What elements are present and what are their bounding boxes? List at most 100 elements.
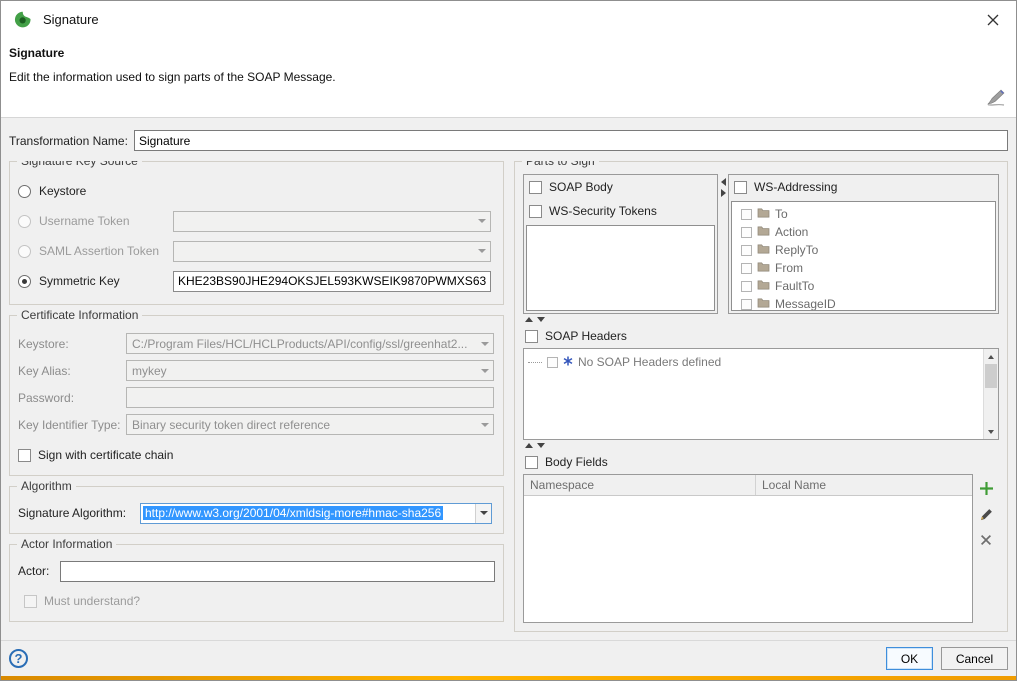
tree-line (528, 362, 542, 363)
folder-icon (757, 261, 770, 275)
tree-item-checkbox[interactable] (741, 209, 752, 220)
tree-item-label: From (775, 261, 803, 275)
tree-item-checkbox[interactable] (741, 281, 752, 292)
ok-button[interactable]: OK (886, 647, 933, 670)
scrollbar-track[interactable] (984, 364, 998, 424)
close-icon[interactable] (970, 1, 1016, 38)
edit-pencil-icon[interactable] (978, 506, 994, 522)
algorithm-title: Algorithm (17, 479, 76, 493)
horizontal-split-divider[interactable] (523, 314, 999, 324)
username-token-option-row: Username Token (18, 206, 495, 236)
header-panel: Signature Edit the information used to s… (1, 38, 1016, 118)
sign-chain-row: Sign with certificate chain (18, 443, 495, 467)
ws-security-tokens-row: WS-Security Tokens (524, 199, 717, 223)
collapse-right-icon[interactable] (721, 189, 726, 197)
certificate-information-group: Certificate Information Keystore: C:/Pro… (9, 315, 504, 476)
tree-item-checkbox[interactable] (741, 227, 752, 238)
collapse-up-icon[interactable] (525, 317, 533, 322)
tree-item-checkbox[interactable] (741, 263, 752, 274)
ws-addressing-checkbox[interactable] (734, 181, 747, 194)
cancel-button[interactable]: Cancel (941, 647, 1008, 670)
chevron-down-icon (477, 369, 493, 373)
body-fields-row: Body Fields (523, 450, 999, 474)
actor-information-title: Actor Information (17, 537, 116, 551)
saml-assertion-combo (173, 241, 491, 262)
password-label: Password: (18, 391, 126, 405)
collapse-up-icon[interactable] (525, 443, 533, 448)
symmetric-key-input[interactable] (173, 271, 491, 292)
actor-information-group: Actor Information Actor: Must understand… (9, 544, 504, 622)
signature-algorithm-combo[interactable]: http://www.w3.org/2001/04/xmldsig-more#h… (140, 503, 492, 524)
tree-item-checkbox[interactable] (741, 299, 752, 310)
tree-item-faultto[interactable]: FaultTo (734, 277, 993, 295)
tree-item-label: Action (775, 225, 808, 239)
transformation-name-row: Transformation Name: (9, 130, 1008, 151)
tree-item-checkbox[interactable] (741, 245, 752, 256)
soap-headers-scrollbar[interactable] (983, 349, 998, 439)
signature-pen-icon (986, 88, 1006, 109)
soap-headers-checkbox[interactable] (525, 330, 538, 343)
horizontal-split-divider-2[interactable] (523, 440, 999, 450)
scrollbar-thumb[interactable] (985, 364, 997, 388)
ws-security-tokens-list[interactable] (526, 225, 715, 311)
vertical-split-divider[interactable] (718, 174, 728, 314)
key-alias-label: Key Alias: (18, 364, 126, 378)
tree-item-to[interactable]: To (734, 205, 993, 223)
body-fields-label: Body Fields (545, 455, 608, 469)
ws-addressing-list: To Action ReplyTo (731, 201, 996, 311)
keystore-path-row: Keystore: C:/Program Files/HCL/HCLProduc… (18, 330, 495, 357)
password-row: Password: (18, 384, 495, 411)
no-soap-headers-row: No SOAP Headers defined (528, 355, 979, 369)
collapse-down-icon[interactable] (537, 443, 545, 448)
soap-body-label: SOAP Body (549, 180, 613, 194)
page-title: Signature (9, 46, 1006, 60)
delete-x-icon[interactable] (978, 532, 994, 548)
column-header-namespace[interactable]: Namespace (524, 475, 756, 495)
body-fields-section: Body Fields Namespace Local Name (523, 450, 999, 623)
key-alias-row: Key Alias: mykey (18, 357, 495, 384)
tree-item-replyto[interactable]: ReplyTo (734, 241, 993, 259)
body-fields-checkbox[interactable] (525, 456, 538, 469)
symmetric-key-radio-label: Symmetric Key (39, 274, 120, 288)
ws-security-tokens-checkbox[interactable] (529, 205, 542, 218)
scroll-down-icon[interactable] (984, 424, 998, 439)
must-understand-row: Must understand? (18, 589, 495, 613)
collapse-left-icon[interactable] (721, 178, 726, 186)
help-icon[interactable]: ? (9, 649, 28, 668)
soap-body-checkbox[interactable] (529, 181, 542, 194)
actor-label: Actor: (18, 564, 60, 578)
collapse-down-icon[interactable] (537, 317, 545, 322)
tree-item-from[interactable]: From (734, 259, 993, 277)
add-icon[interactable] (978, 480, 994, 496)
keystore-option-row: Keystore (18, 176, 495, 206)
right-column: Parts to Sign SOAP Body WS-Security Toke… (514, 161, 1008, 632)
certificate-information-title: Certificate Information (17, 308, 142, 322)
signature-dialog: Signature Signature Edit the information… (0, 0, 1017, 681)
scroll-up-icon[interactable] (984, 349, 998, 364)
keystore-radio[interactable] (18, 185, 31, 198)
soap-headers-row: SOAP Headers (523, 324, 999, 348)
parts-to-sign-title: Parts to Sign (522, 161, 599, 168)
body-fields-table-body[interactable] (524, 496, 972, 622)
chevron-down-icon (477, 342, 493, 346)
soap-headers-box: No SOAP Headers defined (523, 348, 999, 440)
sign-chain-checkbox[interactable] (18, 449, 31, 462)
tree-item-action[interactable]: Action (734, 223, 993, 241)
tree-item-messageid[interactable]: MessageID (734, 295, 993, 311)
signature-algorithm-row: Signature Algorithm: http://www.w3.org/2… (18, 501, 495, 525)
transformation-name-input[interactable] (134, 130, 1008, 151)
key-alias-combo: mykey (126, 360, 494, 381)
symmetric-key-radio[interactable] (18, 275, 31, 288)
must-understand-label: Must understand? (44, 594, 140, 608)
actor-input[interactable] (60, 561, 495, 582)
left-column: Signature Key Source Keystore Username T… (9, 161, 504, 632)
body-fields-table: Namespace Local Name (523, 474, 973, 623)
no-soap-headers-label: No SOAP Headers defined (578, 355, 721, 369)
soap-body-pane: SOAP Body WS-Security Tokens (523, 174, 718, 314)
key-identifier-type-row: Key Identifier Type: Binary security tok… (18, 411, 495, 438)
must-understand-checkbox (24, 595, 37, 608)
transformation-name-label: Transformation Name: (9, 134, 128, 148)
chevron-down-icon[interactable] (475, 504, 491, 523)
column-header-local-name[interactable]: Local Name (756, 475, 972, 495)
symmetric-key-option-row: Symmetric Key (18, 266, 495, 296)
